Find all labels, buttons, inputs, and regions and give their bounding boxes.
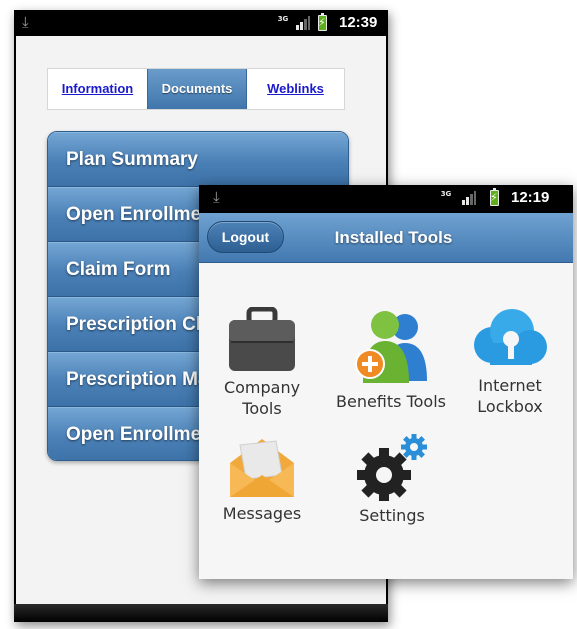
tool-label: Internet Lockbox [477, 376, 543, 416]
app-header: Logout Installed Tools [199, 213, 573, 263]
tool-benefits-tools[interactable]: Benefits Tools [331, 309, 451, 412]
status-bar: ⤓ 3G 12:39 [14, 10, 388, 36]
tab-information[interactable]: Information [48, 69, 147, 109]
cloud-lock-icon [470, 307, 550, 371]
tool-messages[interactable]: Messages [207, 435, 317, 524]
battery-icon [318, 13, 327, 31]
phone-bottom-bezel [14, 604, 388, 622]
network-type-icon: 3G [277, 15, 289, 23]
page-title: Installed Tools [334, 228, 453, 247]
tab-bar: Information Documents Weblinks [47, 68, 345, 110]
status-bar: ⤓ 3G 12:19 [199, 185, 573, 213]
network-type-icon: 3G [440, 190, 452, 198]
logout-button[interactable]: Logout [207, 221, 284, 253]
briefcase-icon [227, 306, 297, 373]
tool-label: Company Tools [223, 378, 301, 418]
gears-icon [356, 433, 428, 502]
download-icon: ⤓ [22, 13, 29, 31]
tab-weblinks[interactable]: Weblinks [247, 69, 344, 109]
tool-settings[interactable]: Settings [337, 433, 447, 526]
signal-icon [462, 191, 476, 205]
tool-label: Messages [222, 504, 302, 523]
download-icon: ⤓ [213, 188, 220, 206]
signal-icon [296, 16, 310, 30]
clock: 12:19 [511, 189, 550, 206]
tool-company-tools[interactable]: Company Tools [207, 306, 317, 419]
document-item-plan-summary[interactable]: Plan Summary [48, 132, 348, 187]
tool-label: Settings [359, 506, 425, 525]
tool-internet-lockbox[interactable]: Internet Lockbox [455, 307, 565, 417]
people-add-icon [353, 309, 429, 387]
front-phone-screenshot: ⤓ 3G 12:19 Logout Installed Tools Compan… [199, 185, 573, 579]
clock: 12:39 [339, 14, 378, 31]
envelope-icon [226, 435, 298, 499]
tool-label: Benefits Tools [336, 392, 446, 411]
tab-documents[interactable]: Documents [147, 69, 247, 109]
battery-icon [490, 188, 499, 206]
